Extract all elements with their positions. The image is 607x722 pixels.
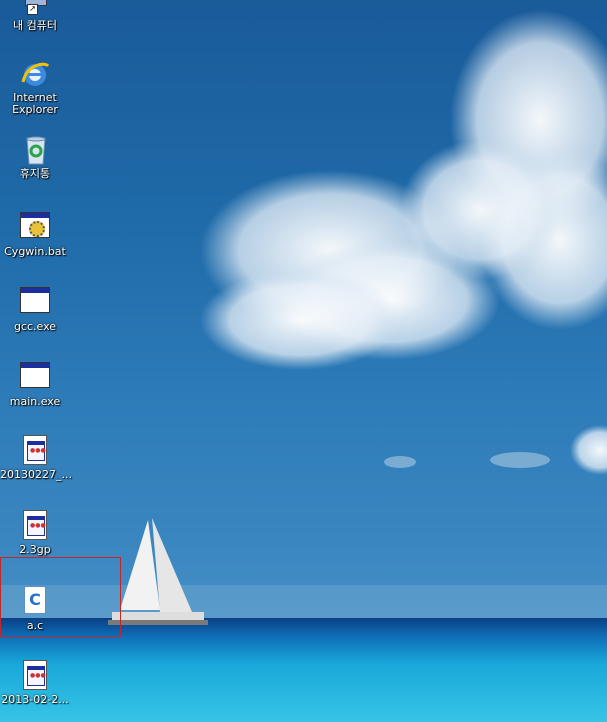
document-icon: ●●● (19, 435, 51, 467)
internet-explorer-icon (19, 58, 51, 90)
c-source-file-icon: C (19, 586, 51, 618)
document-icon: ●●● (19, 510, 51, 542)
desktop-icon-label: gcc.exe (13, 320, 57, 333)
desktop-icon-label: a.c (26, 619, 44, 632)
desktop-icon-label: 내 컴퓨터 (13, 19, 57, 32)
desktop-icon-cygwin-bat[interactable]: Cygwin.bat (0, 209, 70, 258)
desktop-icon-2013-02-2[interactable]: ●●● 2013-02-2... (0, 659, 70, 706)
desktop-icon-gcc-exe[interactable]: gcc.exe (0, 284, 70, 333)
desktop-icon-internet-explorer[interactable]: Internet Explorer (0, 58, 70, 116)
recycle-bin-icon (19, 134, 51, 166)
desktop-icon-label: 20130227_... (0, 468, 72, 481)
desktop-icon-recycle-bin[interactable]: 휴지통 (0, 134, 70, 180)
desktop-icon-2-3gp[interactable]: ●●● 2.3gp (0, 509, 70, 556)
desktop[interactable]: ↗ 내 컴퓨터 Internet Explorer 휴지통 Cygwin.bat… (0, 0, 607, 722)
application-icon (19, 287, 51, 319)
desktop-icon-label: 2.3gp (19, 543, 51, 556)
desktop-icon-a-c[interactable]: C a.c (0, 584, 70, 632)
desktop-icon-label: 휴지통 (19, 167, 51, 180)
batch-file-icon (19, 212, 51, 244)
document-icon: ●●● (19, 660, 51, 692)
desktop-icon-main-exe[interactable]: main.exe (0, 359, 70, 408)
desktop-icon-label: Internet Explorer (12, 91, 58, 116)
application-icon (19, 362, 51, 394)
my-computer-icon: ↗ (19, 0, 51, 18)
desktop-icon-label: main.exe (9, 395, 61, 408)
desktop-icon-label: Cygwin.bat (4, 245, 66, 258)
desktop-icon-my-computer[interactable]: ↗ 내 컴퓨터 (0, 0, 70, 32)
desktop-icon-label: 2013-02-2... (1, 693, 69, 706)
desktop-icon-20130227[interactable]: ●●● 20130227_... (0, 434, 72, 481)
